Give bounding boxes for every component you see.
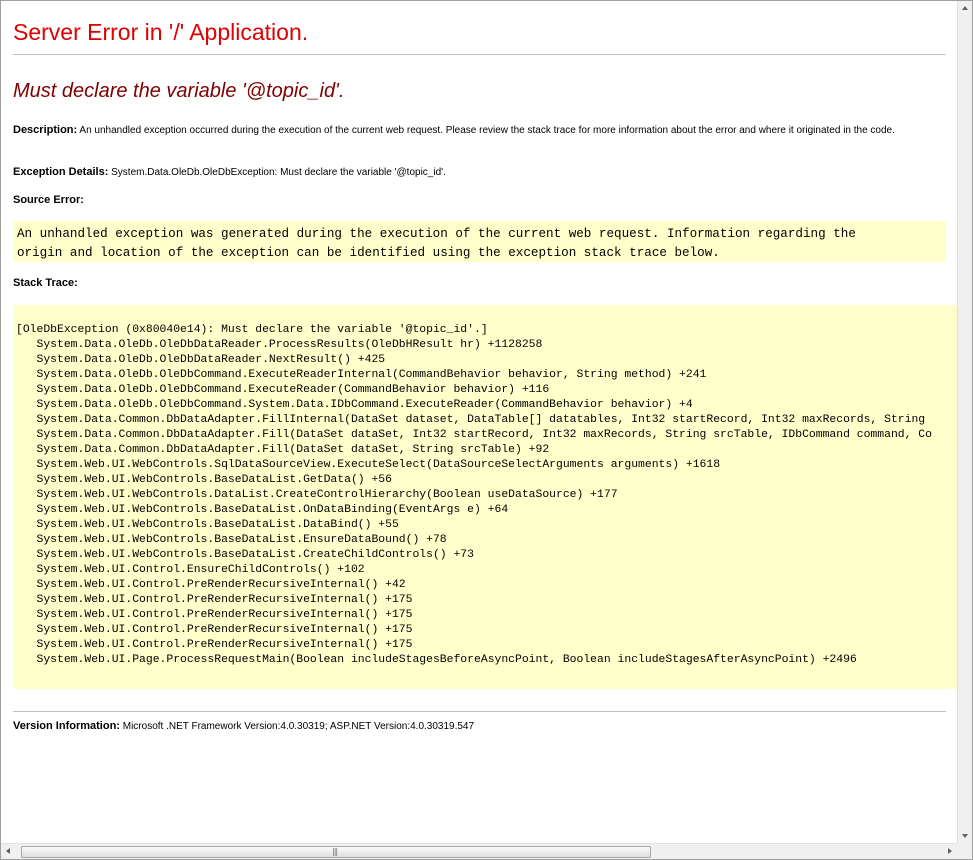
description-text: An unhandled exception occurred during t…: [79, 125, 895, 136]
stack-trace-line: System.Data.OleDb.OleDbCommand.System.Da…: [16, 399, 693, 411]
exception-details-block: Exception Details: System.Data.OleDb.Ole…: [13, 165, 446, 180]
stack-trace-line: [OleDbException (0x80040e14): Must decla…: [16, 324, 488, 336]
horizontal-scrollbar[interactable]: |||: [1, 843, 957, 859]
error-message: Must declare the variable '@topic_id'.: [13, 80, 345, 102]
exception-details-label: Exception Details:: [13, 166, 109, 178]
stack-trace-box: [OleDbException (0x80040e14): Must decla…: [13, 305, 957, 689]
stack-trace-line: System.Web.UI.WebControls.BaseDataList.D…: [16, 519, 399, 531]
version-info-block: Version Information: Microsoft .NET Fram…: [13, 719, 474, 734]
stack-trace-line: System.Web.UI.WebControls.BaseDataList.O…: [16, 504, 509, 516]
stack-trace-line: System.Web.UI.WebControls.BaseDataList.C…: [16, 549, 474, 561]
browser-frame: Server Error in '/' Application. Must de…: [0, 0, 973, 860]
stack-trace-text: [OleDbException (0x80040e14): Must decla…: [16, 323, 932, 668]
stack-trace-line: System.Data.OleDb.OleDbCommand.ExecuteRe…: [16, 384, 550, 396]
scroll-left-arrow-icon[interactable]: [6, 848, 10, 854]
scroll-down-arrow-icon[interactable]: [962, 834, 968, 838]
stack-trace-line: System.Web.UI.Control.PreRenderRecursive…: [16, 594, 413, 606]
scroll-up-arrow-icon[interactable]: [962, 6, 968, 10]
vertical-scrollbar[interactable]: [957, 1, 972, 843]
stack-trace-line: System.Web.UI.Control.PreRenderRecursive…: [16, 609, 413, 621]
source-error-label: Source Error:: [13, 194, 84, 206]
stack-trace-line: System.Data.OleDb.OleDbDataReader.NextRe…: [16, 354, 386, 366]
page-title: Server Error in '/' Application.: [13, 19, 309, 45]
stack-trace-line: System.Web.UI.WebControls.SqlDataSourceV…: [16, 459, 721, 471]
stack-trace-line: System.Web.UI.Control.PreRenderRecursive…: [16, 624, 413, 636]
stack-trace-line: System.Data.OleDb.OleDbDataReader.Proces…: [16, 339, 543, 351]
scroll-right-arrow-icon[interactable]: [948, 848, 952, 854]
horizontal-scroll-thumb[interactable]: |||: [21, 846, 651, 858]
stack-trace-line: System.Web.UI.Control.EnsureChildControl…: [16, 564, 365, 576]
stack-trace-line: System.Data.Common.DbDataAdapter.Fill(Da…: [16, 444, 550, 456]
scrollbar-corner: [957, 843, 972, 859]
source-error-box: An unhandled exception was generated dur…: [13, 221, 945, 262]
title-divider: [13, 54, 946, 55]
source-error-text: An unhandled exception was generated dur…: [17, 227, 856, 260]
stack-trace-line: System.Data.Common.DbDataAdapter.Fill(Da…: [16, 429, 932, 441]
version-info-text: Microsoft .NET Framework Version:4.0.303…: [122, 721, 475, 732]
description-label: Description:: [13, 124, 78, 136]
stack-trace-line: System.Data.Common.DbDataAdapter.FillInt…: [16, 414, 926, 426]
stack-trace-label: Stack Trace:: [13, 277, 78, 289]
version-info-label: Version Information:: [13, 720, 120, 732]
stack-trace-line: System.Web.UI.Page.ProcessRequestMain(Bo…: [16, 654, 857, 666]
page-content: Server Error in '/' Application. Must de…: [1, 1, 957, 843]
scroll-grip-icon: |||: [332, 847, 338, 856]
version-divider: [13, 711, 946, 712]
stack-trace-line: System.Data.OleDb.OleDbCommand.ExecuteRe…: [16, 369, 707, 381]
stack-trace-line: System.Web.UI.WebControls.BaseDataList.G…: [16, 474, 392, 486]
exception-details-text: System.Data.OleDb.OleDbException: Must d…: [111, 167, 446, 178]
stack-trace-line: System.Web.UI.WebControls.DataList.Creat…: [16, 489, 618, 501]
stack-trace-line: System.Web.UI.Control.PreRenderRecursive…: [16, 579, 406, 591]
description-block: Description: An unhandled exception occu…: [13, 123, 948, 138]
stack-trace-line: System.Web.UI.Control.PreRenderRecursive…: [16, 639, 413, 651]
stack-trace-line: System.Web.UI.WebControls.BaseDataList.E…: [16, 534, 447, 546]
